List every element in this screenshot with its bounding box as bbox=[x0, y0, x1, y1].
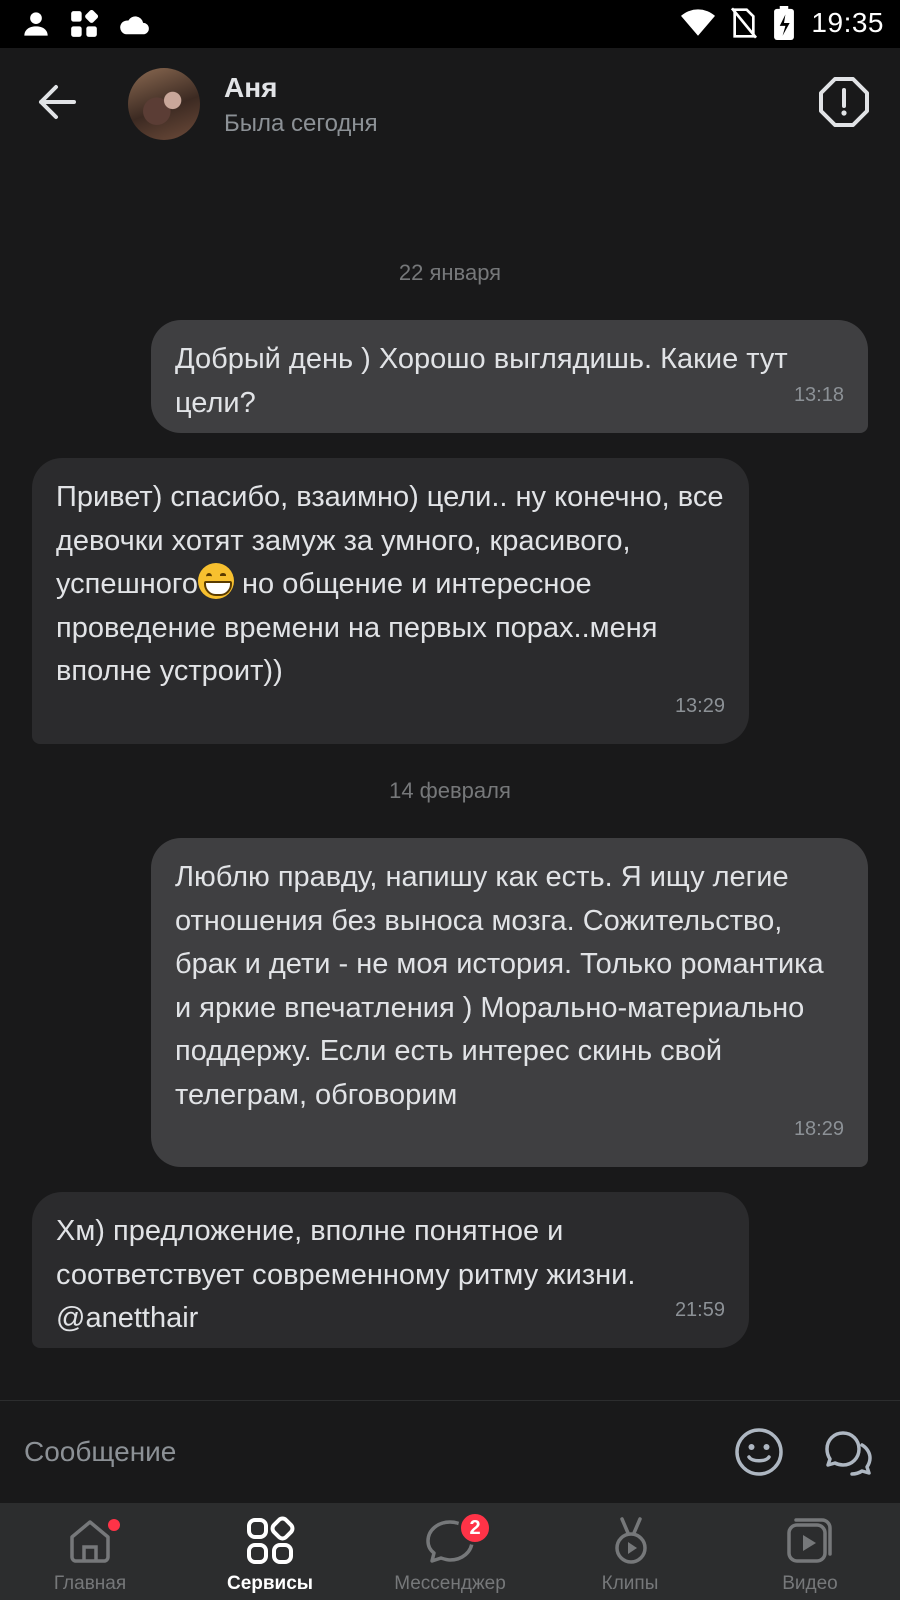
message-text: Добрый день ) Хорошо выглядишь. Какие ту… bbox=[175, 343, 788, 419]
contact-status: Была сегодня bbox=[224, 110, 378, 137]
message-composer bbox=[0, 1401, 900, 1503]
tab-label: Главная bbox=[53, 1573, 127, 1594]
tab-label: Сервисы bbox=[226, 1573, 314, 1594]
date-separator: 14 февраля bbox=[389, 778, 511, 803]
tab-label: Клипы bbox=[601, 1573, 659, 1594]
status-bar: 19:35 bbox=[0, 0, 900, 48]
message-text: Хм) предложение, вполне понятное и соотв… bbox=[56, 1215, 636, 1334]
tab-label: Мессенджер bbox=[394, 1573, 506, 1594]
wifi-icon bbox=[681, 9, 716, 36]
warning-octagon-icon bbox=[819, 77, 869, 127]
tab-messenger[interactable]: 2 Мессенджер bbox=[360, 1503, 540, 1600]
no-sim-icon bbox=[731, 7, 758, 39]
emoji-button[interactable] bbox=[734, 1427, 784, 1477]
notification-dot bbox=[108, 1519, 120, 1531]
quick-reply-button[interactable] bbox=[822, 1427, 874, 1477]
message-bubble-outgoing[interactable]: Люблю правду, напишу как есть. Я ищу лег… bbox=[151, 838, 868, 1167]
unread-badge: 2 bbox=[458, 1511, 492, 1545]
grinning-face-emoji bbox=[197, 563, 234, 599]
message-input[interactable] bbox=[24, 1431, 684, 1473]
video-icon bbox=[787, 1518, 832, 1563]
clock: 19:35 bbox=[811, 7, 884, 38]
message-bubble-outgoing[interactable]: Добрый день ) Хорошо выглядишь. Какие ту… bbox=[151, 320, 868, 433]
message-time: 18:29 bbox=[793, 1117, 844, 1140]
report-button[interactable] bbox=[818, 76, 870, 128]
tab-services[interactable]: Сервисы bbox=[180, 1503, 360, 1600]
message-time: 21:59 bbox=[674, 1298, 725, 1321]
services-icon bbox=[247, 1516, 295, 1564]
clips-icon bbox=[615, 1517, 647, 1564]
avatar[interactable] bbox=[128, 68, 200, 140]
back-button[interactable] bbox=[30, 78, 82, 126]
message-bubble-incoming[interactable]: Привет) спасибо, взаимно) цели.. ну коне… bbox=[32, 458, 749, 744]
message-text: Люблю правду, напишу как есть. Я ищу лег… bbox=[175, 861, 824, 1111]
chat-bubbles-icon bbox=[825, 1431, 872, 1476]
contact-name[interactable]: Аня bbox=[224, 72, 277, 104]
bottom-navigation: Главная Сервисы 2 Мессенджер Клипы Видео bbox=[0, 1503, 900, 1600]
cloud-icon bbox=[120, 16, 149, 35]
tab-label: Видео bbox=[782, 1573, 838, 1594]
tab-clips[interactable]: Клипы bbox=[540, 1503, 720, 1600]
tab-video[interactable]: Видео bbox=[720, 1503, 900, 1600]
date-separator: 22 января bbox=[398, 260, 502, 285]
message-bubble-incoming[interactable]: Хм) предложение, вполне понятное и соотв… bbox=[32, 1192, 749, 1348]
chat-header: Аня Была сегодня bbox=[0, 48, 900, 158]
person-icon bbox=[24, 12, 48, 36]
message-list[interactable]: 22 января Добрый день ) Хорошо выглядишь… bbox=[0, 158, 900, 1400]
arrow-left-icon bbox=[39, 85, 76, 119]
message-time: 13:29 bbox=[674, 694, 725, 717]
smile-icon bbox=[735, 1428, 783, 1476]
battery-charging-icon bbox=[774, 6, 795, 40]
apps-icon bbox=[71, 10, 98, 37]
tab-home[interactable]: Главная bbox=[0, 1503, 180, 1600]
message-time: 13:18 bbox=[793, 383, 844, 406]
